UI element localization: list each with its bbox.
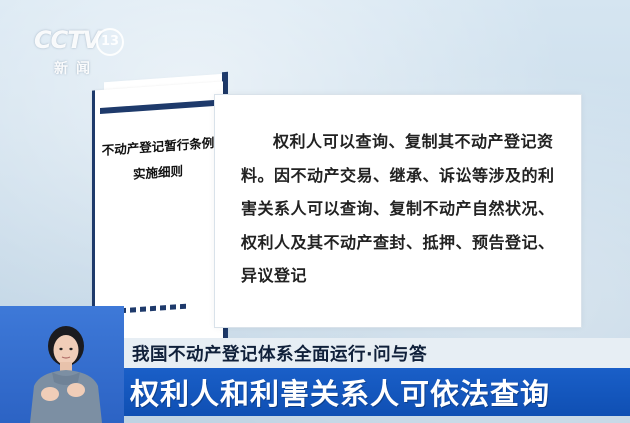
booklet-dash — [170, 304, 176, 310]
card-body-text: 权利人可以查询、复制其不动产登记资料。因不动产交易、继承、诉讼等涉及的利害关系人… — [241, 132, 555, 285]
logo-channel-number: 13 — [96, 28, 124, 56]
caption-program-title: 我国不动产登记体系全面运行·问与答 — [132, 345, 428, 365]
sign-language-box — [0, 306, 124, 423]
text-card: 权利人可以查询、复制其不动产登记资料。因不动产交易、继承、诉讼等涉及的利害关系人… — [214, 94, 582, 328]
booklet-dash — [140, 306, 146, 312]
caption-headline: 权利人和利害关系人可依法查询 — [130, 377, 551, 411]
logo-brand: CCTV — [34, 26, 101, 54]
logo-channel-name: 新闻 — [54, 61, 98, 77]
cctv-logo-icon: CCTV 13 新闻 — [34, 26, 124, 82]
booklet-dash — [180, 303, 186, 310]
booklet-dash — [150, 305, 156, 312]
booklet-dash — [130, 307, 136, 313]
sign-language-presenter-icon — [30, 326, 102, 423]
booklet-dash — [160, 305, 166, 311]
booklet-title: 不动产登记暂行条例 实施细则 — [100, 130, 216, 190]
